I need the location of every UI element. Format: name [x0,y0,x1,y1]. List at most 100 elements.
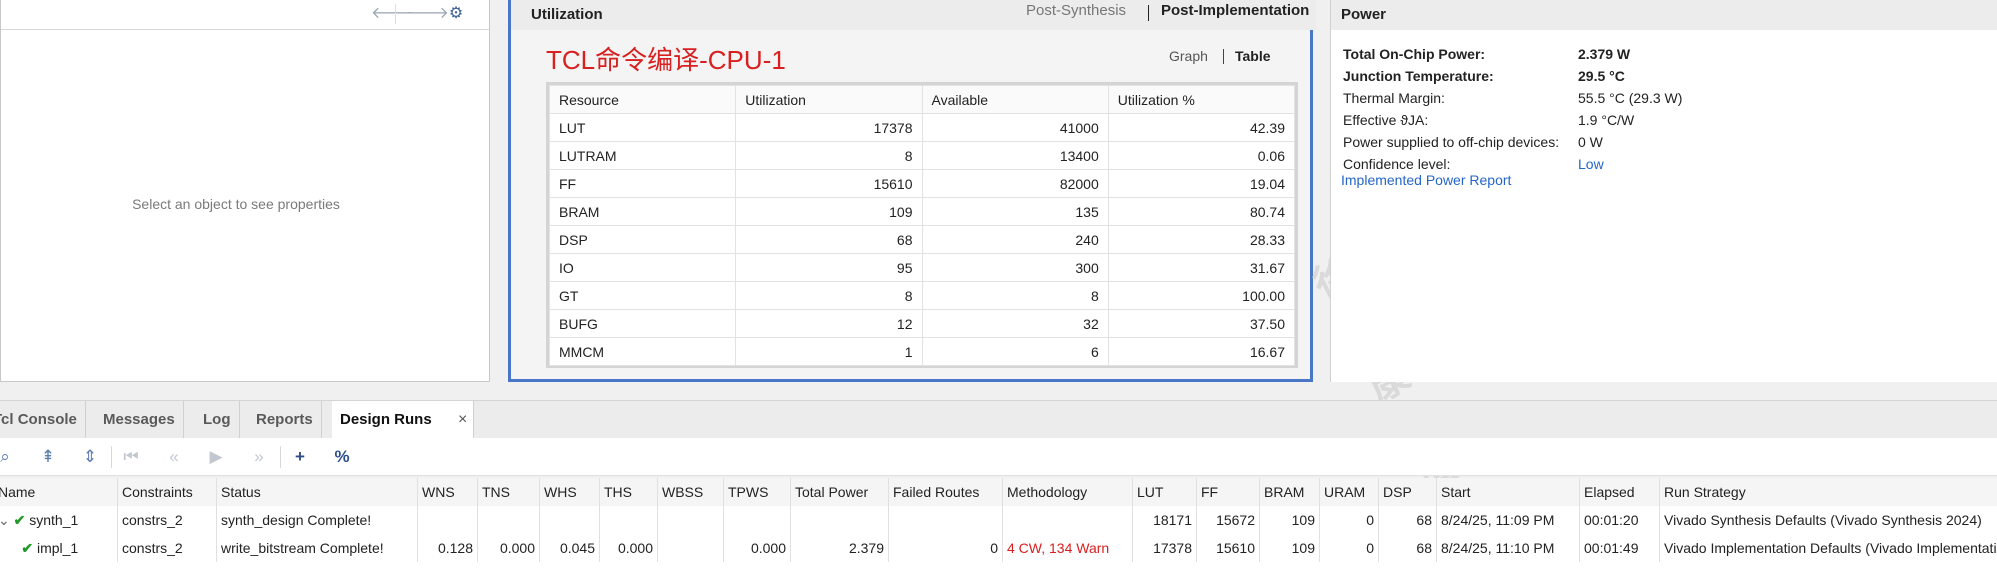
design-runs-toolbar: ⌕ ⇞ ⇕ ⏮ « ▶ » + % [0,438,1997,476]
run-cell: 00:01:49 [1580,534,1660,562]
column-header[interactable]: TNS [478,478,540,506]
bottom-tab-bar: Tcl Console Messages Log Reports Design … [0,400,1997,439]
table-cell: 8 [921,281,1109,310]
properties-toolbar: 🡐 🡒 ⚙ [1,0,489,30]
utilization-title: Utilization [531,6,603,23]
column-header[interactable]: BRAM [1260,478,1320,506]
run-cell: 68 [1379,506,1437,534]
run-cell: 8/24/25, 11:10 PM [1437,534,1580,562]
table-row[interactable]: BUFG 12 32 37.50 [548,309,1296,338]
tab-log[interactable]: Log [195,401,240,439]
column-header[interactable]: DSP [1379,478,1437,506]
run-cell: 0 [889,534,1003,562]
run-cell: Vivado Synthesis Defaults (Vivado Synthe… [1660,506,1997,534]
column-header[interactable]: Methodology [1003,478,1133,506]
toolbar-divider [395,4,396,24]
forward-arrow-icon[interactable]: 🡒 [406,4,449,24]
table-row[interactable]: LUTRAM 8 13400 0.06 [548,141,1296,170]
table-cell: 0.06 [1107,141,1296,170]
column-header[interactable]: WHS [540,478,600,506]
table-cell: 19.04 [1107,169,1296,198]
table-view-toggle[interactable]: Table [1235,48,1271,64]
column-header[interactable]: Utilization [735,85,923,114]
run-cell: 18171 [1133,506,1197,534]
expand-chevron-icon[interactable]: ⌄ [0,512,14,528]
column-header[interactable]: FF [1197,478,1260,506]
column-header[interactable]: Run Strategy [1660,478,1997,506]
design-runs-table: Name Constraints Status WNS TNS WHS THS WBSS TPW… [0,478,1997,568]
post-synthesis-toggle[interactable]: Post-Synthesis [1026,2,1126,19]
table-cell: 15610 [735,169,923,198]
table-row[interactable]: GT 8 8 100.00 [548,281,1296,310]
play-icon[interactable]: ▶ [205,447,227,467]
utilization-table: Resource Utilization Available Utilization … [548,85,1296,366]
table-cell: 1 [735,337,923,366]
table-row[interactable]: DSP 68 240 28.33 [548,225,1296,254]
column-header[interactable]: Name [0,478,118,506]
expand-all-icon[interactable]: ⇕ [79,447,101,467]
run-row[interactable]: ✔ impl_1 constrs_2 write_bitstream Complet… [0,534,1997,568]
table-cell: 17378 [735,113,923,142]
power-report-link[interactable]: Implemented Power Report [1341,172,1511,188]
run-name-label: synth_1 [29,512,79,528]
column-header[interactable]: Elapsed [1580,478,1660,506]
toolbar-separator [280,446,281,468]
resource-name: FF [548,169,737,198]
back-arrow-icon[interactable]: 🡐 [371,4,414,24]
tab-design-runs[interactable]: Design Runs [332,401,474,439]
close-tab-icon[interactable]: × [458,401,467,439]
confidence-level-link[interactable]: Low [1578,150,1604,178]
collapse-all-icon[interactable]: ⇞ [37,447,59,467]
resource-name: LUTRAM [548,141,737,170]
gear-icon[interactable]: ⚙ [446,4,466,24]
utilization-subtitle: TCL命令编译-CPU-1 [546,45,786,75]
next-page-icon[interactable]: » [248,447,270,467]
power-header: Power [1331,0,1997,30]
search-icon[interactable]: ⌕ [0,447,16,467]
table-row[interactable]: IO 95 300 31.67 [548,253,1296,282]
toolbar-separator [111,446,112,468]
column-header[interactable]: Total Power [791,478,889,506]
column-header[interactable]: Resource [548,85,737,114]
run-cell: 00:01:20 [1580,506,1660,534]
column-header[interactable]: TPWS [724,478,791,506]
run-cell: 15610 [1197,534,1260,562]
first-page-icon[interactable]: ⏮ [120,447,142,467]
percent-icon[interactable]: % [331,447,353,467]
column-header[interactable]: LUT [1133,478,1197,506]
utilization-table-header: Resource Utilization Available Utilization … [548,85,1296,114]
run-cell: synth_design Complete! [217,506,418,534]
column-header[interactable]: THS [600,478,658,506]
table-cell: 95 [735,253,923,282]
run-name-label: impl_1 [36,540,79,556]
table-row[interactable]: MMCM 1 6 16.67 [548,337,1296,366]
previous-page-icon[interactable]: « [163,447,185,467]
graph-view-toggle[interactable]: Graph [1169,48,1208,64]
tab-reports[interactable]: Reports [248,401,322,439]
column-header[interactable]: WBSS [658,478,724,506]
tab-messages[interactable]: Messages [95,401,184,439]
run-name: ✔ impl_1 [0,534,118,562]
column-header[interactable]: Start [1437,478,1580,506]
run-cell [418,506,478,534]
column-header[interactable]: WNS [418,478,478,506]
column-header[interactable]: Failed Routes [889,478,1003,506]
post-implementation-toggle[interactable]: Post-Implementation [1161,2,1309,19]
column-header[interactable]: URAM [1320,478,1379,506]
column-header[interactable]: Status [217,478,418,506]
run-cell [540,506,600,534]
run-cell: constrs_2 [118,534,217,562]
column-header[interactable]: Utilization % [1107,85,1296,114]
add-icon[interactable]: + [289,447,311,467]
table-row[interactable]: LUT 17378 41000 42.39 [548,113,1296,142]
segment-divider [1148,5,1149,21]
table-row[interactable]: FF 15610 82000 19.04 [548,169,1296,198]
tab-tcl-console[interactable]: Tcl Console [0,401,86,439]
resource-name: DSP [548,225,737,254]
table-cell: 8 [735,141,923,170]
run-cell: 109 [1260,506,1320,534]
column-header[interactable]: Constraints [118,478,217,506]
table-row[interactable]: BRAM 109 135 80.74 [548,197,1296,226]
column-header[interactable]: Available [921,85,1109,114]
